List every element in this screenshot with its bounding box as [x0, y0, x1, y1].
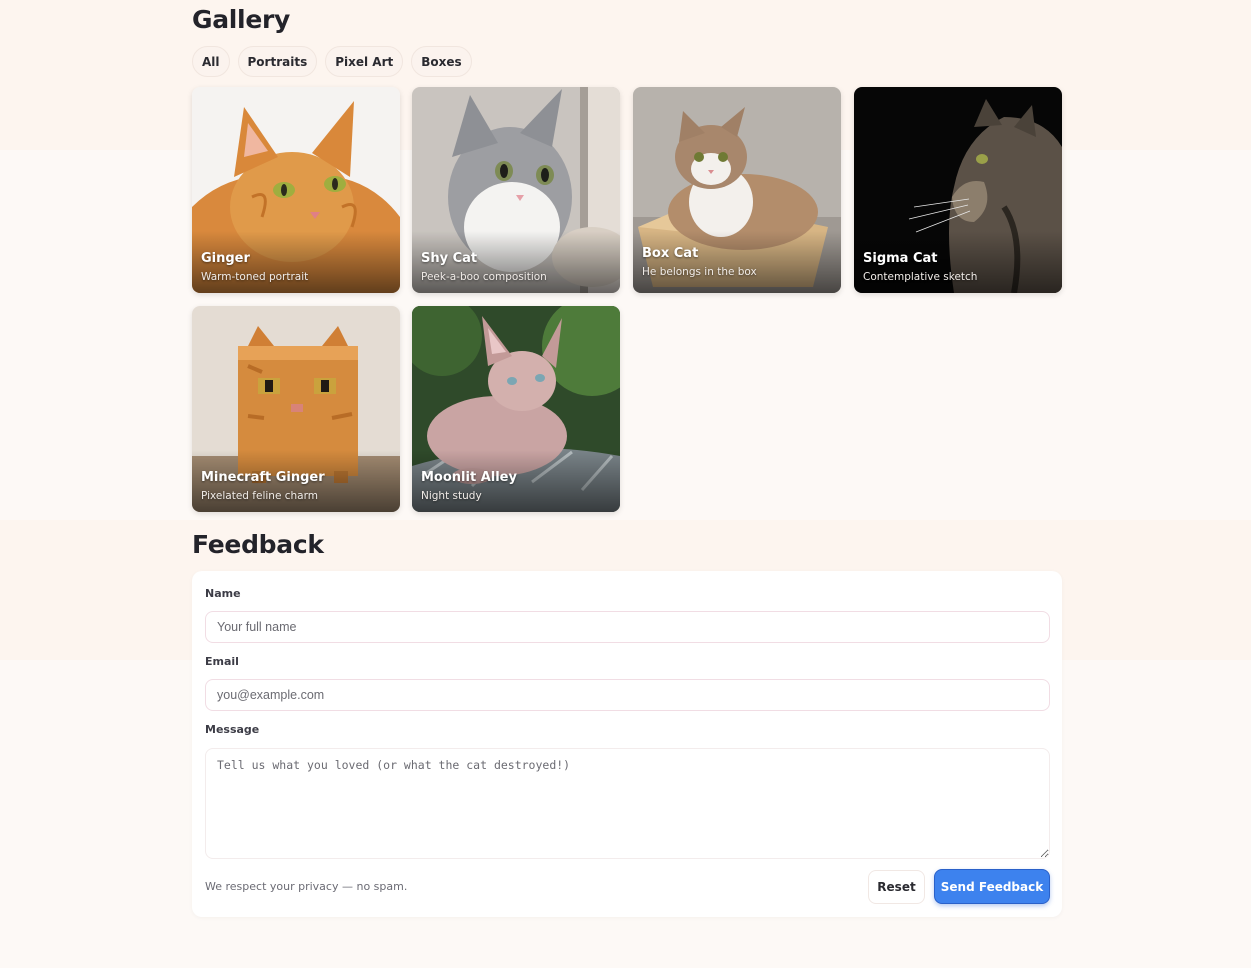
gallery-card-shy-cat[interactable]: Shy Cat Peek-a-boo composition: [412, 87, 620, 293]
gallery-card-moonlit-alley[interactable]: Moonlit Alley Night study: [412, 306, 620, 512]
card-subtitle: Warm-toned portrait: [201, 271, 309, 283]
message-label: Message: [205, 723, 260, 736]
card-subtitle: Night study: [421, 490, 482, 502]
name-input[interactable]: [205, 611, 1050, 643]
gallery-card-minecraft-ginger[interactable]: Minecraft Ginger Pixelated feline charm: [192, 306, 400, 512]
filter-pixel-art[interactable]: Pixel Art: [325, 46, 404, 77]
filter-all[interactable]: All: [192, 46, 230, 77]
card-title: Moonlit Alley: [421, 470, 517, 485]
gallery-title: Gallery: [192, 5, 291, 34]
email-input[interactable]: [205, 679, 1050, 711]
filter-portraits[interactable]: Portraits: [237, 46, 318, 77]
card-subtitle: Peek-a-boo composition: [421, 271, 547, 283]
filter-boxes[interactable]: Boxes: [411, 46, 472, 77]
card-title: Box Cat: [642, 246, 699, 261]
card-title: Shy Cat: [421, 251, 478, 266]
privacy-note: We respect your privacy — no spam.: [205, 880, 408, 893]
card-subtitle: Pixelated feline charm: [201, 490, 318, 502]
feedback-title: Feedback: [192, 530, 324, 559]
gallery-card-ginger[interactable]: Ginger Warm-toned portrait: [192, 87, 400, 293]
background-band-top: [0, 0, 1251, 150]
reset-button[interactable]: Reset: [868, 870, 925, 904]
send-feedback-button[interactable]: Send Feedback: [934, 869, 1050, 904]
feedback-form: Name Email Message We respect your priva…: [192, 571, 1062, 917]
card-title: Minecraft Ginger: [201, 470, 325, 485]
card-subtitle: He belongs in the box: [642, 266, 757, 278]
card-title: Ginger: [201, 251, 250, 266]
card-subtitle: Contemplative sketch: [863, 271, 978, 283]
gallery-card-box-cat[interactable]: Box Cat He belongs in the box: [633, 87, 841, 293]
gallery-filters: All Portraits Pixel Art Boxes: [192, 46, 472, 77]
email-label: Email: [205, 655, 239, 668]
gallery-card-sigma-cat[interactable]: Sigma Cat Contemplative sketch: [854, 87, 1062, 293]
card-title: Sigma Cat: [863, 251, 938, 266]
message-textarea[interactable]: [205, 748, 1050, 859]
caption-shade: [633, 231, 841, 293]
name-label: Name: [205, 587, 241, 600]
